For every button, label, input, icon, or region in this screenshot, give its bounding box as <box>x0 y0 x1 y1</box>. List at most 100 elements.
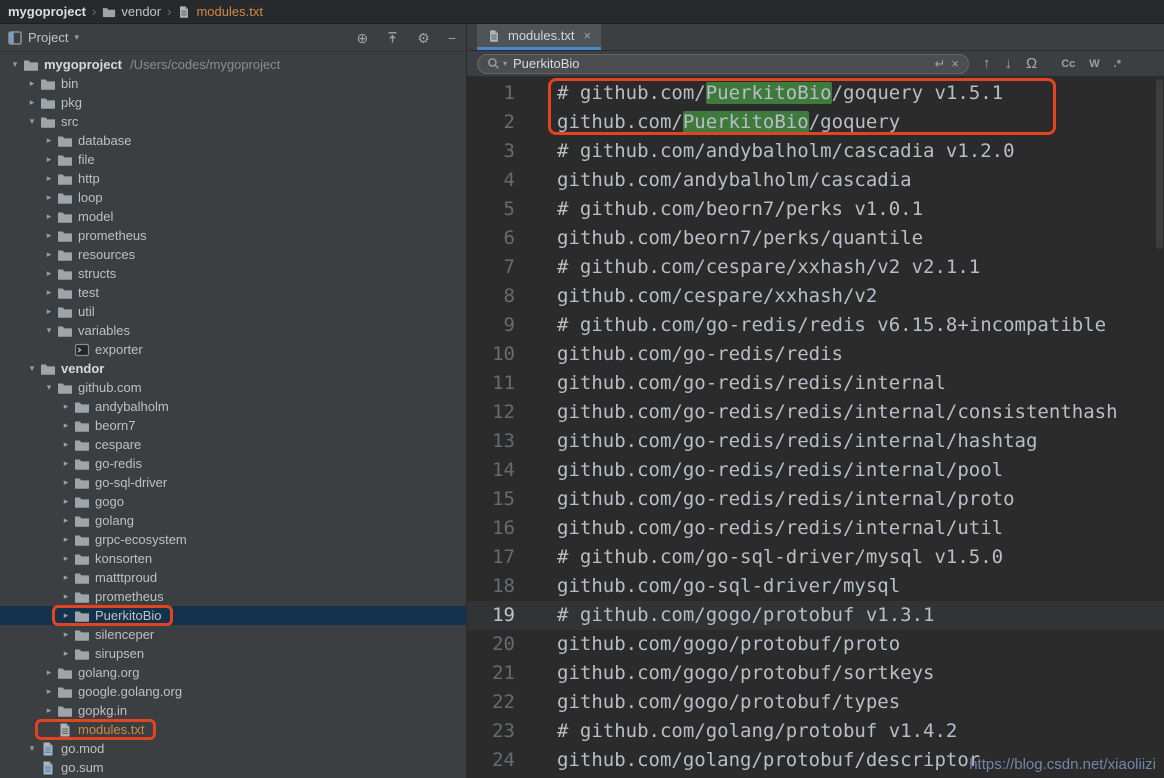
chevron-right-icon[interactable]: ▸ <box>59 572 73 583</box>
chevron-right-icon[interactable]: ▸ <box>59 458 73 469</box>
chevron-right-icon[interactable]: ▸ <box>42 705 56 716</box>
code-line[interactable]: # github.com/gogo/protobuf v1.3.1 <box>545 601 1164 630</box>
code-line[interactable]: # github.com/go-sql-driver/mysql v1.5.0 <box>545 543 1164 572</box>
tree-item-structs[interactable]: ▸structs <box>0 264 466 283</box>
project-panel-title[interactable]: Project <box>28 30 68 45</box>
tree-item-src[interactable]: ▾src <box>0 112 466 131</box>
clear-search-icon[interactable]: × <box>951 56 959 71</box>
chevron-right-icon[interactable]: ▸ <box>42 173 56 184</box>
regex-toggle[interactable]: .* <box>1114 58 1121 70</box>
tree-item-andybalholm[interactable]: ▸andybalholm <box>0 397 466 416</box>
search-history-caret-icon[interactable]: ▾ <box>503 59 507 68</box>
chevron-right-icon[interactable]: ▸ <box>42 192 56 203</box>
code-line[interactable]: github.com/andybalholm/cascadia <box>545 166 1164 195</box>
editor-scrollbar[interactable] <box>1156 79 1163 249</box>
code-line[interactable]: github.com/go-redis/redis/internal/consi… <box>545 398 1164 427</box>
chevron-right-icon[interactable]: ▸ <box>59 591 73 602</box>
tree-item-http[interactable]: ▸http <box>0 169 466 188</box>
filter-icon[interactable]: Ω <box>1026 56 1037 71</box>
code-line[interactable]: # github.com/golang/protobuf v1.4.2 <box>545 717 1164 746</box>
code-line[interactable]: # github.com/beorn7/perks v1.0.1 <box>545 195 1164 224</box>
chevron-right-icon[interactable]: ▸ <box>42 154 56 165</box>
code-line[interactable]: github.com/go-redis/redis <box>545 340 1164 369</box>
tree-item-bin[interactable]: ▸bin <box>0 74 466 93</box>
chevron-right-icon[interactable]: ▸ <box>59 515 73 526</box>
close-tab-icon[interactable]: × <box>583 28 591 43</box>
tree-item-prometheus[interactable]: ▸prometheus <box>0 226 466 245</box>
chevron-right-icon[interactable]: ▸ <box>42 287 56 298</box>
code-line[interactable]: github.com/gogo/protobuf/sortkeys <box>545 659 1164 688</box>
match-case-toggle[interactable]: Cc <box>1061 58 1075 70</box>
chevron-down-icon[interactable]: ▾ <box>25 116 39 127</box>
tree-item-go-mod[interactable]: ▾go.mod <box>0 739 466 758</box>
chevron-right-icon[interactable]: ▸ <box>42 306 56 317</box>
code-line[interactable]: github.com/PuerkitoBio/goquery <box>545 108 1164 137</box>
tree-item-cespare[interactable]: ▸cespare <box>0 435 466 454</box>
chevron-down-icon[interactable]: ▾ <box>25 743 39 754</box>
breadcrumb-item-mygoproject[interactable]: mygoproject <box>8 4 86 19</box>
breadcrumb-item-modules-txt[interactable]: modules.txt <box>177 4 262 19</box>
tree-item-golang-org[interactable]: ▸golang.org <box>0 663 466 682</box>
tree-item-exporter[interactable]: exporter <box>0 340 466 359</box>
words-toggle[interactable]: W <box>1089 58 1099 70</box>
tree-item-modules-txt[interactable]: modules.txt <box>0 720 466 739</box>
chevron-right-icon[interactable]: ▸ <box>25 97 39 108</box>
previous-occurrence-icon[interactable]: ↑ <box>983 56 991 71</box>
chevron-right-icon[interactable]: ▸ <box>59 439 73 450</box>
editor-pane[interactable]: 123456789101112131415161718192021222324 … <box>467 77 1164 778</box>
chevron-right-icon[interactable]: ▸ <box>42 249 56 260</box>
hide-panel-icon[interactable]: − <box>448 31 456 45</box>
tree-item-vendor[interactable]: ▾vendor <box>0 359 466 378</box>
multiline-toggle-icon[interactable]: ↵ <box>935 56 946 72</box>
code-line[interactable]: github.com/go-redis/redis/internal/util <box>545 514 1164 543</box>
tree-item-matttproud[interactable]: ▸matttproud <box>0 568 466 587</box>
chevron-right-icon[interactable]: ▸ <box>59 610 73 621</box>
chevron-right-icon[interactable]: ▸ <box>42 135 56 146</box>
chevron-right-icon[interactable]: ▸ <box>42 268 56 279</box>
tree-item-silenceper[interactable]: ▸silenceper <box>0 625 466 644</box>
chevron-right-icon[interactable]: ▸ <box>59 477 73 488</box>
tree-item-go-sql-driver[interactable]: ▸go-sql-driver <box>0 473 466 492</box>
gear-icon[interactable]: ⚙ <box>417 31 430 45</box>
tree-item-konsorten[interactable]: ▸konsorten <box>0 549 466 568</box>
code-line[interactable]: github.com/beorn7/perks/quantile <box>545 224 1164 253</box>
tree-item-google-golang-org[interactable]: ▸google.golang.org <box>0 682 466 701</box>
code-line[interactable]: github.com/golang/protobuf/descriptor <box>545 746 1164 775</box>
code-area[interactable]: # github.com/PuerkitoBio/goquery v1.5.1g… <box>545 77 1164 778</box>
chevron-right-icon[interactable]: ▸ <box>59 534 73 545</box>
chevron-down-icon[interactable]: ▾ <box>25 363 39 374</box>
tree-item-github-com[interactable]: ▾github.com <box>0 378 466 397</box>
code-line[interactable]: # github.com/andybalholm/cascadia v1.2.0 <box>545 137 1164 166</box>
tree-item-go-redis[interactable]: ▸go-redis <box>0 454 466 473</box>
chevron-down-icon[interactable]: ▾ <box>42 325 56 336</box>
tree-item-resources[interactable]: ▸resources <box>0 245 466 264</box>
chevron-down-icon[interactable]: ▾ <box>8 59 22 70</box>
chevron-down-icon[interactable]: ▾ <box>74 32 79 43</box>
chevron-right-icon[interactable]: ▸ <box>59 553 73 564</box>
tree-item-gopkg-in[interactable]: ▸gopkg.in <box>0 701 466 720</box>
search-icon[interactable] <box>487 57 500 70</box>
tree-item-beorn7[interactable]: ▸beorn7 <box>0 416 466 435</box>
tree-item-gogo[interactable]: ▸gogo <box>0 492 466 511</box>
tree-item-file[interactable]: ▸file <box>0 150 466 169</box>
chevron-right-icon[interactable]: ▸ <box>42 211 56 222</box>
code-line[interactable]: # github.com/go-redis/redis v6.15.8+inco… <box>545 311 1164 340</box>
tree-item-util[interactable]: ▸util <box>0 302 466 321</box>
tree-item-golang[interactable]: ▸golang <box>0 511 466 530</box>
code-line[interactable]: github.com/cespare/xxhash/v2 <box>545 282 1164 311</box>
tree-item-grpc-ecosystem[interactable]: ▸grpc-ecosystem <box>0 530 466 549</box>
code-line[interactable]: # github.com/PuerkitoBio/goquery v1.5.1 <box>545 79 1164 108</box>
next-occurrence-icon[interactable]: ↓ <box>1005 56 1013 71</box>
code-line[interactable]: github.com/go-sql-driver/mysql <box>545 572 1164 601</box>
chevron-right-icon[interactable]: ▸ <box>59 629 73 640</box>
chevron-right-icon[interactable]: ▸ <box>42 667 56 678</box>
code-line[interactable]: github.com/gogo/protobuf/types <box>545 688 1164 717</box>
chevron-right-icon[interactable]: ▸ <box>42 686 56 697</box>
code-line[interactable]: # github.com/cespare/xxhash/v2 v2.1.1 <box>545 253 1164 282</box>
tree-item-pkg[interactable]: ▸pkg <box>0 93 466 112</box>
tree-item-model[interactable]: ▸model <box>0 207 466 226</box>
code-line[interactable]: github.com/go-redis/redis/internal/pool <box>545 456 1164 485</box>
tab-modules-txt[interactable]: modules.txt × <box>477 24 601 50</box>
tree-item-loop[interactable]: ▸loop <box>0 188 466 207</box>
tree-item-prometheus[interactable]: ▸prometheus <box>0 587 466 606</box>
